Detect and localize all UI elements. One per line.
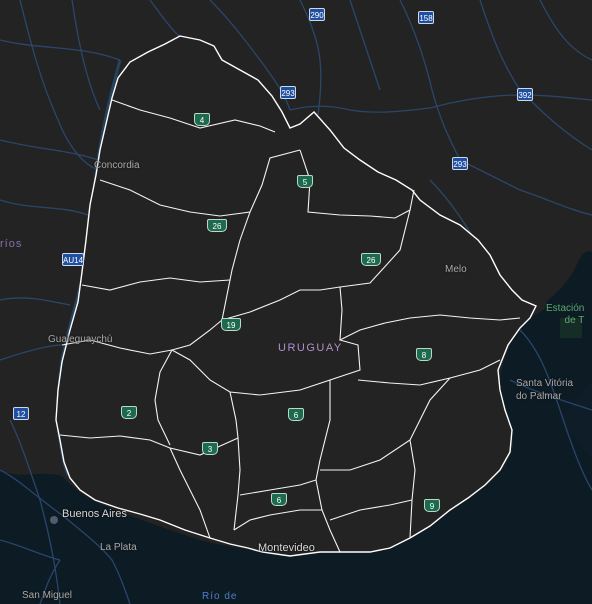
route-shield-5[interactable]: 5: [297, 175, 313, 188]
route-shield-158[interactable]: 158: [418, 11, 434, 24]
route-shield-9[interactable]: 9: [424, 499, 440, 512]
route-shield-4[interactable]: 4: [194, 113, 210, 126]
park-area: [560, 318, 582, 338]
route-shield-26[interactable]: 26: [207, 219, 227, 232]
route-shield-26[interactable]: 26: [361, 253, 381, 266]
route-shield-290[interactable]: 290: [309, 8, 325, 21]
map-canvas[interactable]: [0, 0, 592, 604]
route-shield-293[interactable]: 293: [452, 157, 468, 170]
route-shield-6[interactable]: 6: [271, 493, 287, 506]
route-shield-392[interactable]: 392: [517, 88, 533, 101]
route-shield-8[interactable]: 8: [416, 348, 432, 361]
route-shield-3[interactable]: 3: [202, 442, 218, 455]
route-shield-293[interactable]: 293: [280, 86, 296, 99]
route-shield-au14[interactable]: AU14: [62, 253, 84, 266]
route-shield-12[interactable]: 12: [13, 407, 29, 420]
city-marker-buenos-aires: [50, 516, 58, 524]
route-shield-6[interactable]: 6: [288, 408, 304, 421]
route-shield-2[interactable]: 2: [121, 406, 137, 419]
route-shield-19[interactable]: 19: [221, 318, 241, 331]
